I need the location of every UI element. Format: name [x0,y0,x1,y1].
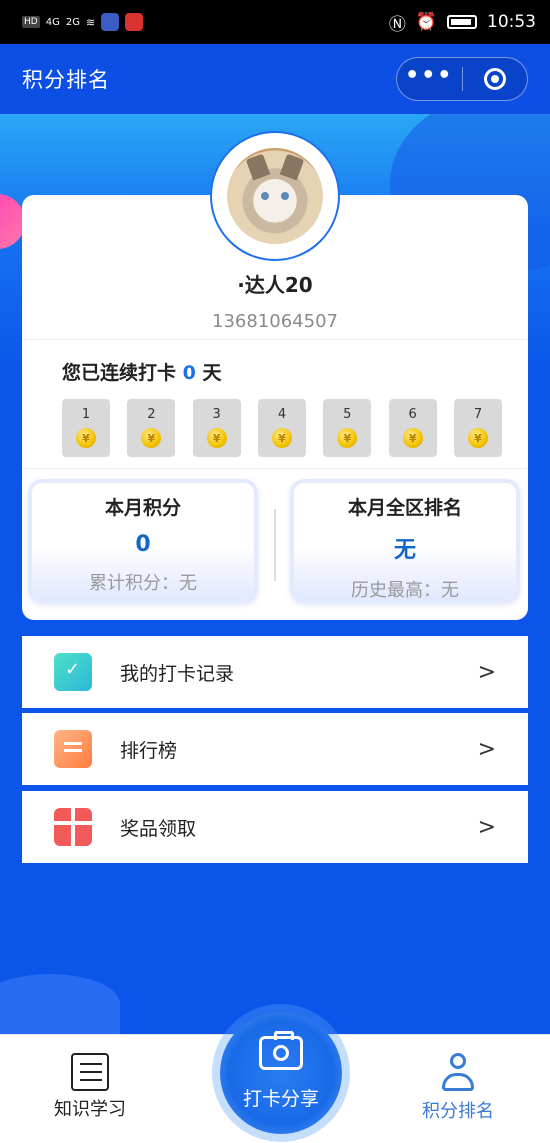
hd-badge: HD [22,16,40,28]
tab-points-ranking[interactable]: 积分排名 [398,1053,518,1123]
username: ·达人20 [237,273,313,297]
divider [22,339,528,340]
day-number: 2 [147,407,156,422]
menu-label: 排行榜 [120,739,178,762]
day-cell: 4 ¥ [257,399,306,457]
app-notification-icon [101,13,120,31]
day-cell: 5 ¥ [323,399,372,457]
target-icon [483,68,506,90]
checkin-share-label: 打卡分享 [242,1088,319,1110]
divider [22,468,528,469]
monthly-rank-title: 本月全区排名 [347,497,462,519]
day-cell: 7 ¥ [453,399,502,457]
monthly-rank-card: 本月全区排名 无 历史最高：无 [290,479,520,603]
coin-icon: ¥ [402,428,423,448]
nfc-icon: Ⓝ [388,14,406,35]
coin-icon: ¥ [337,428,358,448]
streak-suffix: 天 [202,362,222,384]
phone-number: 13681064507 [212,311,338,332]
nav-header: 积分排名 ••• [0,44,550,114]
battery-icon [447,15,477,29]
page-title: 积分排名 [22,68,110,92]
menu-label: 奖品领取 [120,817,197,840]
day-number: 7 [473,407,483,422]
signal-4g-icon: 4G [45,16,60,28]
coin-icon: ¥ [141,428,162,448]
status-bar: HD 4G 2G ≋ Ⓝ ⏰ 10:53 [0,0,550,44]
day-number: 6 [408,407,417,422]
day-cell: 1 ¥ [62,399,110,457]
day-number: 4 [277,407,287,422]
streak-text: 您已连续打卡 0 天 [62,358,222,385]
checkin-record-icon [54,653,92,691]
best-rank-text: 历史最高：无 [351,580,459,601]
user-icon [438,1053,478,1093]
status-right: Ⓝ ⏰ 10:53 [389,10,536,35]
checkin-share-button[interactable]: 打卡分享 [220,1012,342,1134]
gift-icon [54,808,92,846]
status-time: 10:53 [487,12,536,32]
stat-divider [274,509,276,581]
tab-label: 知识学习 [54,1099,126,1120]
mini-program-capsule: ••• [396,57,528,101]
status-left: HD 4G 2G ≋ [22,13,144,31]
list-icon [71,1053,109,1091]
streak-prefix: 您已连续打卡 [62,362,177,384]
tab-knowledge-learning[interactable]: 知识学习 [30,1053,150,1121]
avatar-eyes [261,192,289,200]
decor-blob [0,974,120,1034]
menu-item-leaderboard[interactable]: 排行榜 > [22,713,528,785]
day-number: 5 [343,407,352,422]
more-menu-button[interactable]: ••• [397,58,462,100]
chevron-right-icon: > [477,736,496,762]
checkin-days: 1 ¥ 2 ¥ 3 ¥ 4 ¥ 5 ¥ 6 ¥ 7 ¥ [62,399,502,457]
more-dots-icon: ••• [405,63,454,88]
coin-icon: ¥ [206,428,227,448]
leaderboard-icon [54,730,92,768]
menu-label: 我的打卡记录 [120,662,235,685]
chevron-right-icon: > [477,659,496,685]
wifi-icon: ≋ [85,15,96,29]
monthly-rank-value: 无 [393,538,416,563]
total-points-text: 累计积分：无 [89,573,197,594]
app-notification-icon [125,13,144,31]
day-number: 3 [212,407,221,422]
day-cell: 2 ¥ [127,399,176,457]
coin-icon: ¥ [76,428,96,448]
avatar-frame [210,131,340,261]
streak-count: 0 [182,362,196,384]
alarm-icon: ⏰ [415,12,437,32]
menu-item-prize-claim[interactable]: 奖品领取 > [22,791,528,863]
day-number: 1 [81,407,91,422]
day-cell: 6 ¥ [388,399,437,457]
coin-icon: ¥ [467,428,488,448]
camera-icon [259,1031,303,1070]
monthly-points-card: 本月积分 0 累计积分：无 [28,479,258,603]
signal-2g-icon: 2G [65,16,80,28]
day-cell: 3 ¥ [192,399,241,457]
avatar [227,148,323,244]
monthly-points-title: 本月积分 [104,497,181,519]
tab-label: 积分排名 [422,1101,494,1122]
monthly-points-value: 0 [135,532,151,557]
coin-icon: ¥ [271,428,292,448]
close-program-button[interactable] [463,58,528,100]
menu-item-checkin-record[interactable]: 我的打卡记录 > [22,636,528,708]
chevron-right-icon: > [477,814,496,840]
